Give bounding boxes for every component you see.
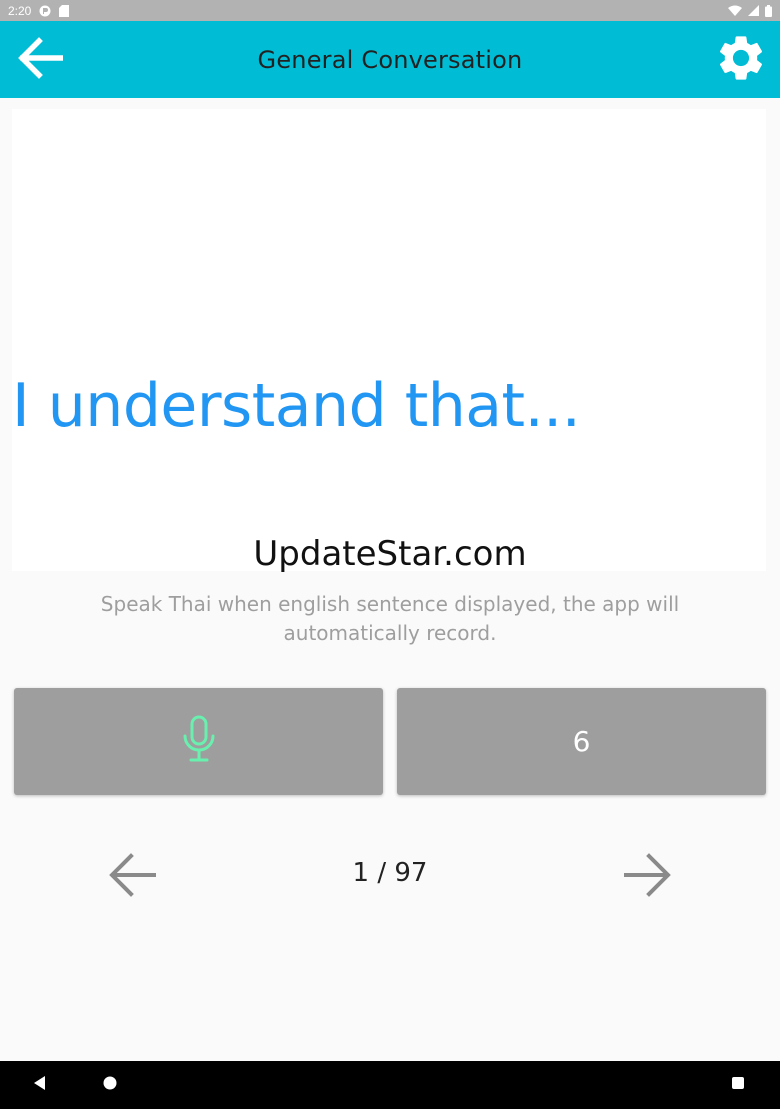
next-button[interactable]	[620, 850, 676, 904]
pager: 1 / 97	[0, 840, 780, 912]
system-nav-bar	[0, 1061, 780, 1109]
settings-button[interactable]	[714, 33, 768, 87]
countdown-value: 6	[572, 725, 591, 758]
microphone-icon	[179, 714, 219, 770]
nav-home-button[interactable]	[82, 1061, 138, 1109]
instruction-text: Speak Thai when english sentence display…	[100, 592, 680, 645]
home-circle-icon	[102, 1075, 118, 1095]
status-bar: 2:20	[0, 0, 780, 21]
sd-card-icon	[59, 4, 70, 17]
back-triangle-icon	[32, 1075, 48, 1095]
english-sentence: I understand that...	[12, 371, 581, 441]
signal-icon	[748, 5, 759, 16]
page-indicator: 1 / 97	[352, 858, 428, 888]
countdown-button[interactable]: 6	[397, 688, 766, 795]
wifi-icon	[728, 5, 742, 16]
arrow-back-icon	[17, 37, 64, 83]
action-buttons: 6	[14, 688, 766, 796]
previous-button[interactable]	[104, 850, 160, 904]
watermark: UpdateStar.com	[253, 534, 527, 574]
arrow-left-icon	[107, 851, 157, 903]
gear-icon	[714, 31, 768, 89]
recents-square-icon	[730, 1075, 746, 1095]
arrow-right-icon	[623, 851, 673, 903]
nav-back-button[interactable]	[12, 1061, 68, 1109]
record-button[interactable]	[14, 688, 383, 795]
notification-icon	[39, 5, 51, 17]
status-time: 2:20	[8, 3, 32, 18]
battery-icon	[765, 4, 772, 17]
app-bar: General Conversation	[0, 21, 780, 98]
nav-recents-button[interactable]	[710, 1061, 766, 1109]
sentence-card: I understand that...	[12, 109, 766, 571]
back-button[interactable]	[14, 35, 66, 85]
page-title: General Conversation	[257, 45, 523, 74]
